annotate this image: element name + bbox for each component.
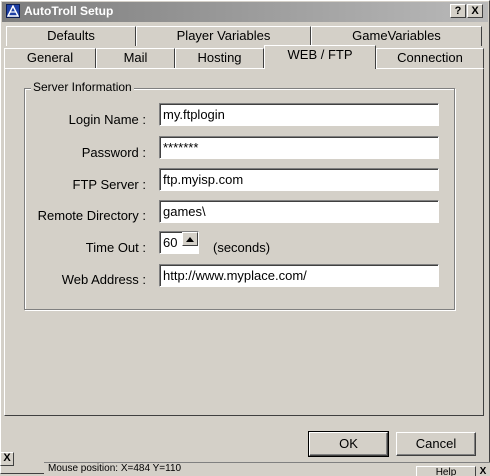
help-button[interactable]: Help — [416, 466, 476, 476]
autotroll-app-icon[interactable] — [6, 4, 20, 18]
tab-hosting[interactable]: Hosting — [175, 48, 264, 68]
ftp-server-label: FTP Server : — [72, 177, 146, 192]
ftp-server-field[interactable]: ftp.myisp.com — [159, 168, 439, 191]
remote-directory-label: Remote Directory : — [37, 208, 146, 223]
password-label: Password : — [81, 145, 146, 160]
triangle-up-icon — [186, 236, 194, 242]
group-title: Server Information — [31, 80, 134, 94]
login-name-label: Login Name : — [68, 112, 146, 127]
cancel-button[interactable]: Cancel — [396, 432, 476, 456]
help-close-button[interactable]: X — [476, 466, 490, 476]
remote-directory-field[interactable]: games\ — [159, 200, 439, 223]
tab-general[interactable]: General — [4, 48, 96, 68]
tab-connection[interactable]: Connection — [376, 48, 484, 68]
login-name-field[interactable]: my.ftplogin — [159, 103, 439, 126]
time-out-unit: (seconds) — [213, 240, 271, 255]
tab-defaults[interactable]: Defaults — [6, 26, 136, 46]
tab-game-variables[interactable]: GameVariables — [311, 26, 482, 46]
web-address-field[interactable]: http://www.myplace.com/ — [159, 264, 439, 287]
close-caption-button[interactable]: X — [467, 4, 483, 18]
help-caption-button[interactable]: ? — [450, 4, 466, 18]
time-out-label: Time Out : — [85, 240, 146, 255]
password-field[interactable]: ******* — [159, 136, 439, 159]
overlay-close-button[interactable]: X — [0, 452, 14, 466]
window-title: AutoTroll Setup — [24, 4, 114, 18]
time-out-spin-up[interactable] — [182, 232, 198, 246]
ok-button[interactable]: OK — [308, 431, 389, 457]
tab-mail[interactable]: Mail — [96, 48, 175, 68]
web-address-label: Web Address : — [61, 272, 146, 287]
tab-web-ftp[interactable]: WEB / FTP — [264, 45, 376, 69]
tab-player-variables[interactable]: Player Variables — [136, 26, 311, 46]
mouse-position-readout: Mouse position: X=484 Y=110 — [48, 463, 182, 474]
